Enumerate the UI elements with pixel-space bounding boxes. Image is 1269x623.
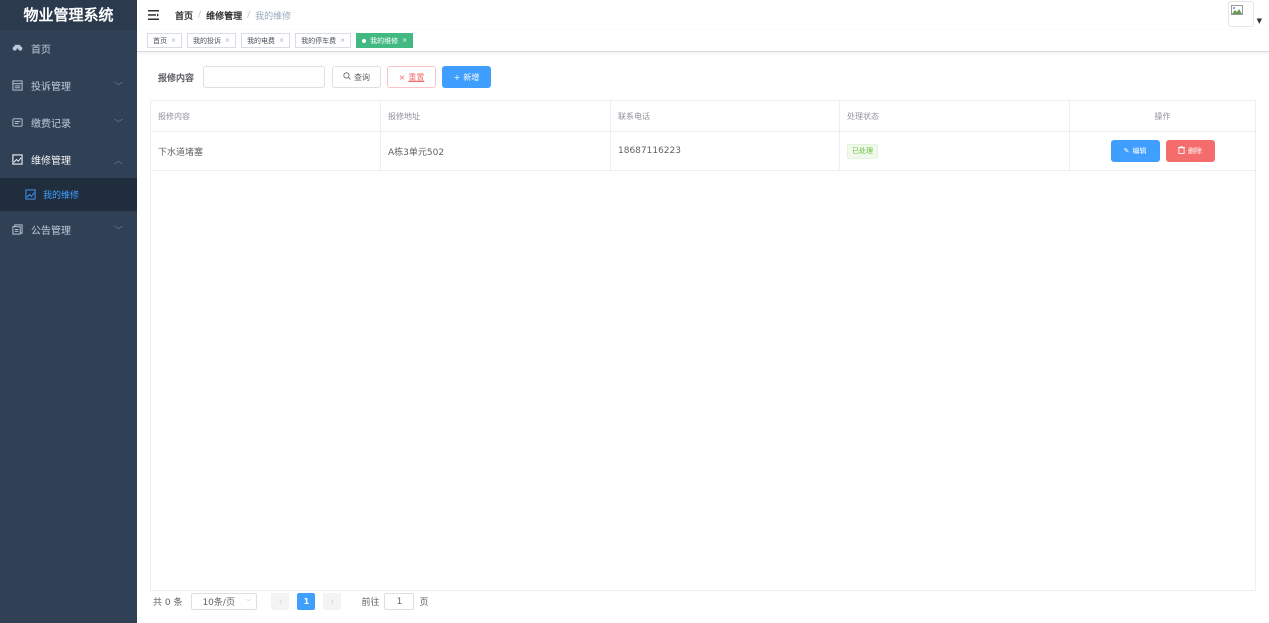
- sidebar-subitem-label: 我的维修: [43, 191, 80, 201]
- search-icon: [343, 72, 351, 82]
- trash-icon: [1178, 146, 1185, 156]
- page-number-current[interactable]: 1: [297, 593, 316, 610]
- column-header-status: 处理状态: [840, 101, 1070, 131]
- tag-label: 我的电费: [247, 36, 276, 45]
- repair-content-input[interactable]: [203, 66, 326, 88]
- search-button[interactable]: 查询: [332, 66, 382, 88]
- tag-label: 我的投诉: [193, 36, 222, 45]
- complaint-icon: [11, 80, 23, 92]
- tag-label: 我的维修: [370, 36, 399, 45]
- reset-button-label: 重置: [408, 72, 425, 82]
- edit-button[interactable]: ✎ 编辑: [1110, 140, 1160, 162]
- payment-icon: [11, 117, 23, 129]
- table-row: 下水道堵塞 A栋3单元502 18687116223 已处理 ✎ 编辑 删除: [151, 132, 1255, 171]
- search-field-label: 报修内容: [158, 73, 195, 84]
- chevron-down-icon: ﹀: [245, 599, 252, 606]
- column-header-content: 报修内容: [151, 101, 381, 131]
- broken-image-icon: [1230, 4, 1243, 18]
- page-size-select[interactable]: 10条/页 ﹀: [191, 593, 258, 610]
- close-icon[interactable]: ×: [225, 37, 230, 44]
- tags-view: 首页 × 我的投诉 × 我的电费 × 我的停车费 × 我的维修 ×: [137, 30, 1269, 52]
- page-jumper: 前往 1 页: [361, 593, 428, 610]
- chevron-down-icon: ﹀: [113, 119, 123, 129]
- caret-down-icon: ▼: [1256, 17, 1262, 25]
- close-icon[interactable]: ×: [340, 37, 345, 44]
- goto-page-input[interactable]: 1: [384, 593, 415, 610]
- breadcrumb-item-repairs[interactable]: 维修管理: [206, 9, 242, 22]
- breadcrumb-item-home[interactable]: 首页: [175, 9, 193, 22]
- tag-label: 我的停车费: [301, 36, 337, 45]
- navbar: 首页 / 维修管理 / 我的维修 ▼: [137, 0, 1269, 30]
- delete-button-label: 删除: [1188, 147, 1202, 155]
- tag-my-parking[interactable]: 我的停车费 ×: [295, 33, 352, 48]
- chevron-down-icon: ﹀: [113, 226, 123, 236]
- add-button[interactable]: + 新增: [442, 66, 492, 88]
- breadcrumb-separator: /: [247, 10, 251, 20]
- column-header-address: 报修地址: [381, 101, 611, 131]
- reset-button[interactable]: × 重置: [387, 66, 437, 88]
- hamburger-icon[interactable]: [148, 10, 159, 20]
- sidebar-item-home[interactable]: 首页: [0, 30, 137, 67]
- cell-content: 下水道堵塞: [151, 132, 381, 170]
- sidebar-item-label: 维修管理: [31, 156, 71, 167]
- chevron-up-icon: ︿: [113, 156, 123, 166]
- page-unit-label: 页: [419, 598, 429, 608]
- active-dot-icon: [362, 38, 367, 43]
- pagination-total: 共 0 条: [153, 598, 183, 608]
- search-button-label: 查询: [354, 72, 371, 82]
- cell-actions: ✎ 编辑 删除: [1070, 132, 1255, 170]
- sidebar: 物业管理系统 首页 投诉管理 ﹀ 缴费记录 ﹀ 维修管理 ︿ 我的维修 公告管理…: [0, 0, 137, 623]
- sidebar-item-complaints[interactable]: 投诉管理 ﹀: [0, 67, 137, 104]
- sidebar-subitem-my-repairs[interactable]: 我的维修: [0, 178, 137, 211]
- picture-icon: [25, 189, 36, 200]
- breadcrumb: 首页 / 维修管理 / 我的维修: [175, 9, 291, 22]
- prev-page-button[interactable]: ‹: [271, 593, 290, 610]
- cell-status: 已处理: [840, 132, 1070, 170]
- delete-button[interactable]: 删除: [1165, 140, 1215, 162]
- app-logo-title: 物业管理系统: [0, 0, 137, 30]
- pagination: 共 0 条 10条/页 ﹀ ‹ 1 › 前往 1 页: [153, 593, 428, 610]
- repair-icon: [11, 154, 23, 166]
- table-header: 报修内容 报修地址 联系电话 处理状态 操作: [151, 101, 1255, 132]
- sidebar-item-label: 投诉管理: [31, 82, 71, 93]
- tag-my-repairs[interactable]: 我的维修 ×: [356, 33, 414, 48]
- sidebar-item-notices[interactable]: 公告管理 ﹀: [0, 211, 137, 248]
- sidebar-item-label: 首页: [31, 45, 51, 56]
- chevron-down-icon: ﹀: [113, 82, 123, 92]
- edit-icon: ✎: [1123, 147, 1130, 155]
- breadcrumb-item-current: 我的维修: [255, 11, 292, 22]
- avatar-dropdown[interactable]: ▼: [1227, 1, 1262, 27]
- tag-label: 首页: [153, 36, 167, 45]
- column-header-phone: 联系电话: [611, 101, 840, 131]
- avatar[interactable]: [1227, 1, 1254, 27]
- add-button-label: 新增: [463, 72, 480, 82]
- repairs-table: 报修内容 报修地址 联系电话 处理状态 操作 下水道堵塞 A栋3单元502 18…: [150, 100, 1256, 591]
- cell-address: A栋3单元502: [381, 132, 611, 170]
- close-icon[interactable]: ×: [171, 37, 176, 44]
- dashboard-icon: [11, 43, 23, 55]
- tag-my-complaints[interactable]: 我的投诉 ×: [187, 33, 237, 48]
- search-form: 报修内容 查询 × 重置 + 新增: [158, 66, 492, 88]
- sidebar-item-label: 缴费记录: [31, 119, 71, 130]
- sidebar-item-repairs[interactable]: 维修管理 ︿: [0, 141, 137, 178]
- sidebar-item-payments[interactable]: 缴费记录 ﹀: [0, 104, 137, 141]
- cell-phone: 18687116223: [611, 132, 840, 170]
- next-page-button[interactable]: ›: [323, 593, 342, 610]
- breadcrumb-separator: /: [198, 10, 202, 20]
- close-icon[interactable]: ×: [402, 37, 407, 44]
- edit-button-label: 编辑: [1132, 147, 1147, 155]
- page-size-value: 10条/页: [202, 598, 235, 608]
- plus-icon: +: [453, 72, 461, 82]
- goto-label: 前往: [361, 598, 380, 608]
- tag-my-electricity[interactable]: 我的电费 ×: [241, 33, 291, 48]
- tag-home[interactable]: 首页 ×: [147, 33, 183, 48]
- column-header-actions: 操作: [1154, 111, 1171, 121]
- sidebar-item-label: 公告管理: [31, 226, 71, 237]
- close-icon: ×: [398, 72, 406, 82]
- close-icon[interactable]: ×: [279, 37, 284, 44]
- notice-icon: [11, 224, 23, 236]
- status-badge: 已处理: [847, 143, 878, 159]
